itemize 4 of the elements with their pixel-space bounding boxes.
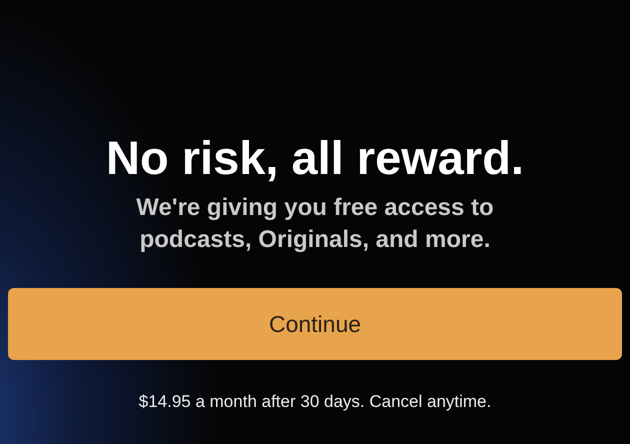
pricing-note: $14.95 a month after 30 days. Cancel anytime. [138,392,492,412]
subtitle: We're giving you free access to podcasts, Originals, and more. [135,193,495,255]
continue-button[interactable]: Continue [8,288,622,360]
heading: No risk, all reward. [106,130,524,186]
